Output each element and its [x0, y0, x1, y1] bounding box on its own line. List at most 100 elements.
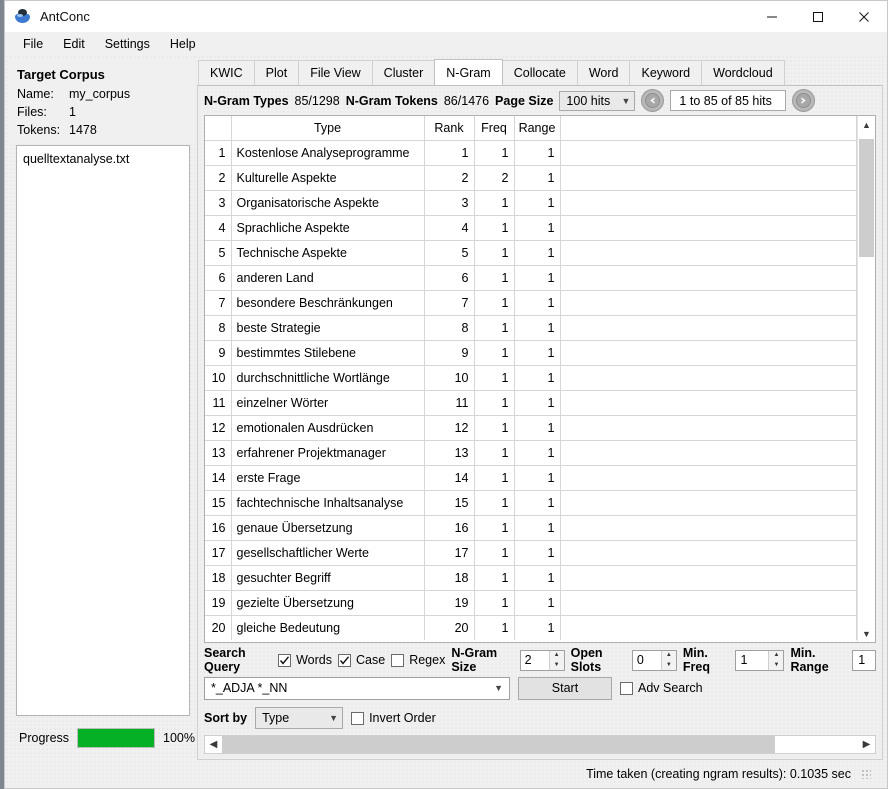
search-query-input[interactable]: *_ADJA *_NN ▼ — [204, 676, 510, 700]
vertical-scroll-track[interactable] — [859, 133, 874, 625]
horizontal-scroll-track[interactable] — [222, 736, 858, 753]
horizontal-scrollbar[interactable]: ◀ ▶ — [204, 735, 876, 754]
tab-cluster[interactable]: Cluster — [371, 60, 436, 85]
previous-page-button[interactable] — [641, 89, 665, 112]
table-row[interactable]: 15 fachtechnische Inhaltsanalyse 15 1 1 — [205, 490, 857, 516]
tab-keyword[interactable]: Keyword — [629, 60, 703, 85]
row-index: 8 — [205, 315, 232, 341]
ngram-size-spin-buttons[interactable]: ▲ ▼ — [548, 650, 564, 670]
regex-label: Regex — [409, 653, 446, 667]
menu-help[interactable]: Help — [160, 35, 206, 53]
table-row[interactable]: 4 Sprachliche Aspekte 4 1 1 — [205, 215, 857, 241]
row-index: 1 — [205, 140, 232, 166]
table-row[interactable]: 3 Organisatorische Aspekte 3 1 1 — [205, 190, 857, 216]
table-row[interactable]: 18 gesuchter Begriff 18 1 1 — [205, 565, 857, 591]
table-row[interactable]: 14 erste Frage 14 1 1 — [205, 465, 857, 491]
minimize-icon[interactable] — [749, 1, 795, 32]
spinner-down-icon[interactable]: ▼ — [769, 660, 783, 670]
scroll-down-icon[interactable]: ▼ — [858, 625, 875, 642]
row-index: 19 — [205, 590, 232, 616]
vertical-scrollbar[interactable]: ▲ ▼ — [857, 116, 875, 642]
sort-by-dropdown[interactable]: Type ▼ — [255, 707, 344, 729]
ngram-size-label: N-Gram Size — [451, 646, 498, 674]
spinner-down-icon[interactable]: ▼ — [662, 660, 676, 670]
case-checkbox[interactable]: Case — [338, 653, 385, 667]
table-row[interactable]: 12 emotionalen Ausdrücken 12 1 1 — [205, 415, 857, 441]
scroll-up-icon[interactable]: ▲ — [858, 116, 875, 133]
cell-type: gezielte Übersetzung — [231, 590, 425, 616]
corpus-file-list[interactable]: quelltextanalyse.txt — [16, 145, 190, 716]
tab-plot[interactable]: Plot — [253, 60, 300, 85]
cell-type: beste Strategie — [231, 315, 425, 341]
table-row[interactable]: 13 erfahrener Projektmanager 13 1 1 — [205, 440, 857, 466]
tab-kwic[interactable]: KWIC — [198, 60, 255, 85]
table-row[interactable]: 10 durchschnittliche Wortlänge 10 1 1 — [205, 365, 857, 391]
tab-n-gram[interactable]: N-Gram — [434, 59, 503, 85]
regex-checkbox[interactable]: Regex — [391, 653, 445, 667]
next-page-button[interactable] — [792, 89, 816, 112]
table-row[interactable]: 9 bestimmtes Stilebene 9 1 1 — [205, 340, 857, 366]
close-icon[interactable] — [841, 1, 887, 32]
spinner-up-icon[interactable]: ▲ — [769, 651, 783, 661]
cell-rank: 7 — [424, 290, 475, 316]
table-row[interactable]: 5 Technische Aspekte 5 1 1 — [205, 240, 857, 266]
checkbox-icon-words[interactable] — [278, 653, 292, 667]
words-label: Words — [296, 653, 332, 667]
vertical-scroll-thumb[interactable] — [859, 139, 874, 257]
tab-collocate[interactable]: Collocate — [501, 60, 578, 85]
horizontal-scroll-thumb[interactable] — [222, 736, 776, 753]
ngram-size-stepper[interactable]: 2 ▲ ▼ — [519, 649, 565, 671]
column-header-type[interactable]: Type — [231, 116, 425, 141]
spinner-up-icon[interactable]: ▲ — [662, 651, 676, 661]
table-row[interactable]: 2 Kulturelle Aspekte 2 2 1 — [205, 165, 857, 191]
spinner-down-icon[interactable]: ▼ — [550, 660, 564, 670]
scroll-left-icon[interactable]: ◀ — [205, 739, 222, 750]
table-row[interactable]: 11 einzelner Wörter 11 1 1 — [205, 390, 857, 416]
column-header-rank[interactable]: Rank — [424, 116, 475, 141]
cell-range: 1 — [514, 215, 561, 241]
adv-search-checkbox[interactable]: Adv Search — [620, 681, 703, 695]
menu-settings[interactable]: Settings — [95, 35, 160, 53]
checkbox-icon-case[interactable] — [338, 653, 351, 667]
min-freq-spin-buttons[interactable]: ▲ ▼ — [768, 650, 784, 670]
cell-rank: 17 — [424, 540, 475, 566]
checkbox-icon-adv-search[interactable] — [620, 681, 633, 695]
tab-wordcloud[interactable]: Wordcloud — [701, 60, 785, 85]
menu-file[interactable]: File — [13, 35, 53, 53]
checkbox-icon-regex[interactable] — [391, 653, 405, 667]
spinner-up-icon[interactable]: ▲ — [550, 651, 564, 661]
table-row[interactable]: 19 gezielte Übersetzung 19 1 1 — [205, 590, 857, 616]
column-header-freq[interactable]: Freq — [474, 116, 515, 141]
tab-word[interactable]: Word — [576, 60, 631, 85]
column-header-range[interactable]: Range — [514, 116, 561, 141]
table-row[interactable]: 8 beste Strategie 8 1 1 — [205, 315, 857, 341]
maximize-icon[interactable] — [795, 1, 841, 32]
start-button[interactable]: Start — [518, 676, 612, 700]
table-row[interactable]: 7 besondere Beschränkungen 7 1 1 — [205, 290, 857, 316]
cell-freq: 1 — [474, 215, 515, 241]
table-row[interactable]: 1 Kostenlose Analyseprogramme 1 1 1 — [205, 140, 857, 166]
row-index: 9 — [205, 340, 232, 366]
open-slots-spin-buttons[interactable]: ▲ ▼ — [660, 650, 676, 670]
resize-grip-icon[interactable] — [861, 769, 871, 779]
min-range-field[interactable]: 1 — [852, 649, 877, 671]
status-text: Time taken (creating ngram results): 0.1… — [586, 767, 851, 781]
table-row[interactable]: 20 gleiche Bedeutung 20 1 1 — [205, 615, 857, 640]
tab-file-view[interactable]: File View — [298, 60, 373, 85]
hits-range-field[interactable]: 1 to 85 of 85 hits — [670, 90, 787, 111]
min-freq-stepper[interactable]: 1 ▲ ▼ — [735, 649, 785, 671]
search-options-row: Search Query Words Case Regex N-Gram Siz… — [204, 646, 877, 674]
checkbox-icon-invert-order[interactable] — [351, 711, 365, 725]
cell-type: Sprachliche Aspekte — [231, 215, 425, 241]
table-row[interactable]: 6 anderen Land 6 1 1 — [205, 265, 857, 291]
open-slots-stepper[interactable]: 0 ▲ ▼ — [631, 649, 677, 671]
menu-edit[interactable]: Edit — [53, 35, 95, 53]
cell-rank: 5 — [424, 240, 475, 266]
table-row[interactable]: 17 gesellschaftlicher Werte 17 1 1 — [205, 540, 857, 566]
words-checkbox[interactable]: Words — [278, 653, 332, 667]
scroll-right-icon[interactable]: ▶ — [858, 739, 875, 750]
list-item[interactable]: quelltextanalyse.txt — [23, 152, 183, 166]
table-row[interactable]: 16 genaue Übersetzung 16 1 1 — [205, 515, 857, 541]
page-size-dropdown[interactable]: 100 hits ▼ — [559, 90, 636, 111]
invert-order-checkbox[interactable]: Invert Order — [351, 711, 436, 725]
